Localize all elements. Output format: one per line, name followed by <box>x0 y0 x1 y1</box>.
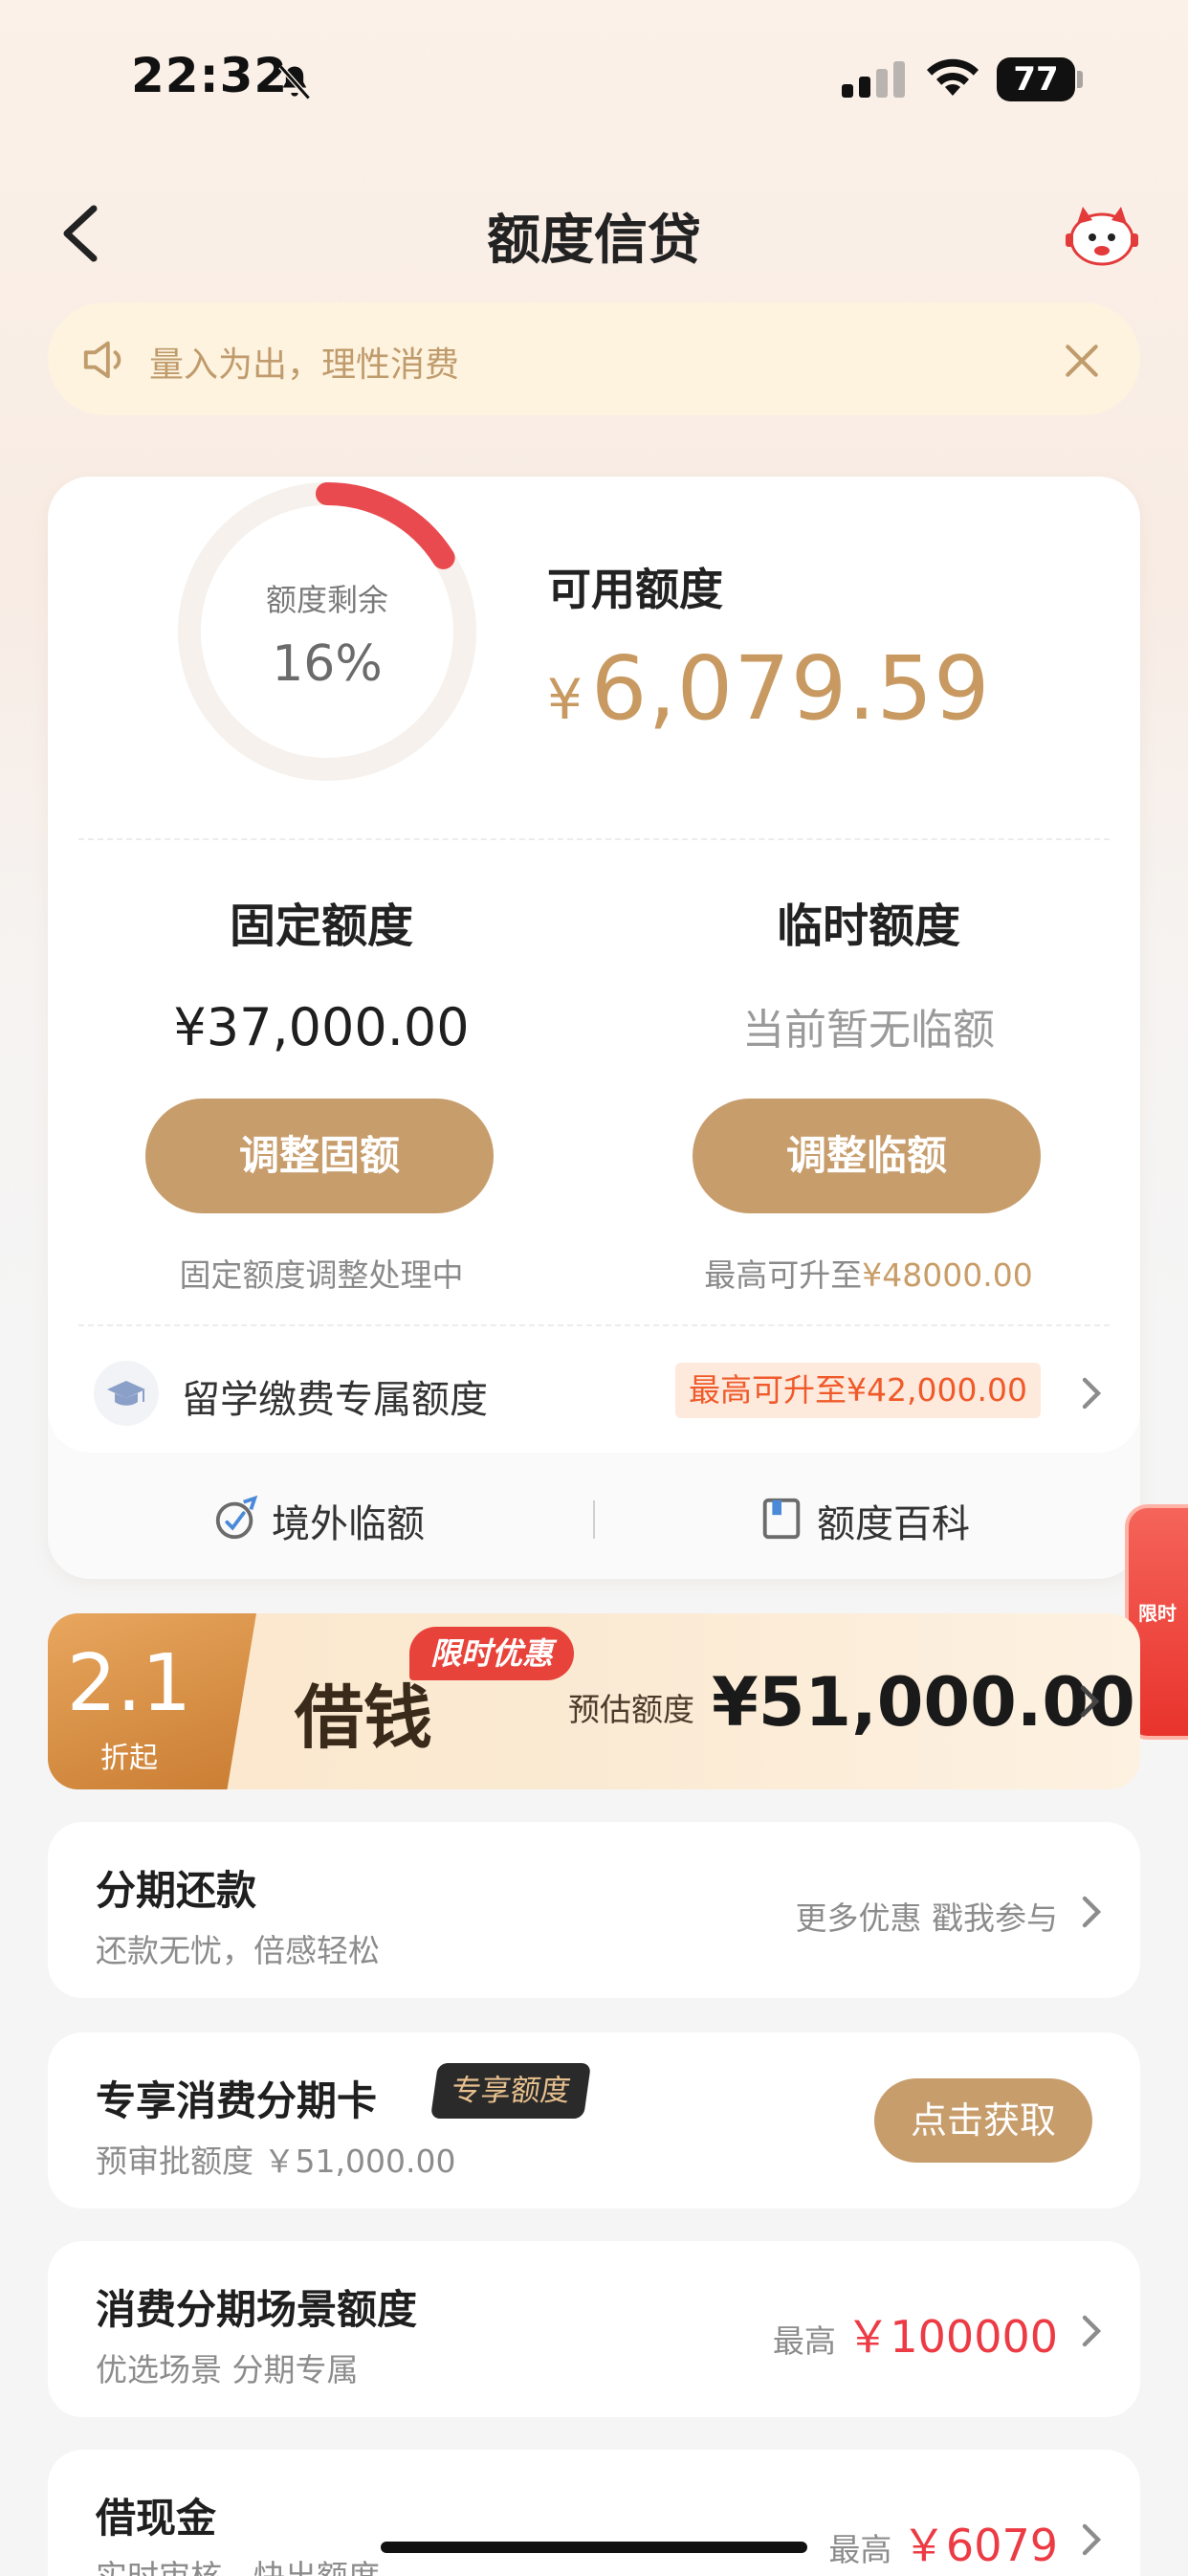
temporary-limit-status: 当前暂无临额 <box>742 1006 995 1055</box>
temporary-hint-prefix: 最高可升至 <box>704 1256 863 1294</box>
limited-offer-badge: 限时优惠 <box>409 1627 575 1680</box>
study-abroad-limit-badge: 最高可升至¥42,000.00 <box>675 1363 1041 1418</box>
available-currency: ¥ <box>547 667 583 732</box>
status-time: 22:32 <box>131 48 289 103</box>
scene-max-amount: ￥100000 <box>846 2311 1058 2363</box>
exclusive-card-title: 专享消费分期卡 <box>96 2077 378 2124</box>
divider <box>78 1324 1110 1326</box>
loan-rate: 2.1 <box>66 1638 192 1729</box>
cash-max-amount: ￥6079 <box>901 2520 1058 2571</box>
available-amount: ¥6,079.59 <box>547 637 991 740</box>
temporary-hint-amount: ¥48000.00 <box>862 1256 1033 1294</box>
loan-estimate-label: 预估额度 <box>568 1691 694 1728</box>
temporary-limit-hint: 最高可升至¥48000.00 <box>620 1250 1117 1296</box>
scene-title: 消费分期场景额度 <box>96 2286 418 2333</box>
overseas-temp-limit-link[interactable]: 境外临额 <box>272 1493 425 1548</box>
wifi-icon <box>927 58 979 96</box>
divider <box>593 1500 595 1539</box>
installment-promo: 更多优惠 戳我参与 <box>795 1899 1059 1937</box>
available-amount-value: 6,079.59 <box>590 637 991 740</box>
fixed-limit-title: 固定额度 <box>229 899 413 953</box>
graduation-cap-icon <box>94 1361 159 1426</box>
home-indicator[interactable] <box>381 2542 807 2553</box>
chevron-right-icon[interactable] <box>1079 1893 1104 1931</box>
chevron-right-icon[interactable] <box>1077 1682 1102 1721</box>
fixed-limit-amount: ¥37,000.00 <box>173 997 470 1057</box>
book-icon <box>762 1498 801 1540</box>
chevron-right-icon[interactable] <box>1079 1374 1104 1412</box>
installment-subtitle: 还款无忧，倍感轻松 <box>96 1932 380 1969</box>
cash-subtitle: 实时审核，快出额度 <box>96 2551 380 2576</box>
fixed-limit-hint: 固定额度调整处理中 <box>179 1256 464 1294</box>
speaker-icon <box>83 341 121 379</box>
mascot-customer-service-icon[interactable] <box>1064 199 1140 268</box>
remaining-ring-chart <box>176 480 478 783</box>
battery-tip <box>1077 71 1083 88</box>
chevron-right-icon[interactable] <box>1079 2312 1104 2350</box>
loan-rate-sub: 折起 <box>100 1742 158 1775</box>
bell-muted-icon <box>278 64 311 100</box>
available-label: 可用额度 <box>547 564 723 615</box>
divider <box>78 838 1110 840</box>
exclusive-card-subtitle: 预审批额度 ￥51,000.00 <box>96 2143 456 2180</box>
exclusive-limit-badge: 专享额度 <box>429 2063 592 2119</box>
cash-title: 借现金 <box>96 2495 217 2542</box>
ring-label: 额度剩余 <box>265 582 388 618</box>
get-now-button[interactable]: 点击获取 <box>874 2078 1092 2163</box>
plane-clock-icon <box>215 1495 258 1540</box>
page-title: 额度信贷 <box>487 210 701 272</box>
scene-max: 最高 ￥100000 <box>670 2302 1058 2365</box>
floating-promo-text: 限时 <box>1138 1602 1177 1625</box>
close-icon[interactable] <box>1062 341 1102 381</box>
loan-estimate-amount: ¥51,000.00 <box>712 1663 1135 1742</box>
adjust-temporary-button[interactable]: 调整临额 <box>693 1099 1041 1213</box>
notice-text: 量入为出，理性消费 <box>149 345 460 385</box>
cash-max-label: 最高 <box>828 2531 892 2568</box>
chevron-right-icon[interactable] <box>1079 2520 1104 2559</box>
installment-title: 分期还款 <box>96 1867 257 1914</box>
adjust-fixed-button[interactable]: 调整固额 <box>145 1099 494 1213</box>
limit-wiki-link[interactable]: 额度百科 <box>817 1493 970 1548</box>
temporary-limit-title: 临时额度 <box>776 899 960 953</box>
scene-subtitle: 优选场景 分期专属 <box>96 2351 359 2388</box>
battery-level: 77 <box>997 57 1075 101</box>
scene-max-label: 最高 <box>772 2322 836 2360</box>
study-abroad-limit-label[interactable]: 留学缴费专属额度 <box>182 1368 488 1424</box>
ring-percent: 16% <box>272 635 383 693</box>
cellular-signal-icon <box>842 61 911 98</box>
